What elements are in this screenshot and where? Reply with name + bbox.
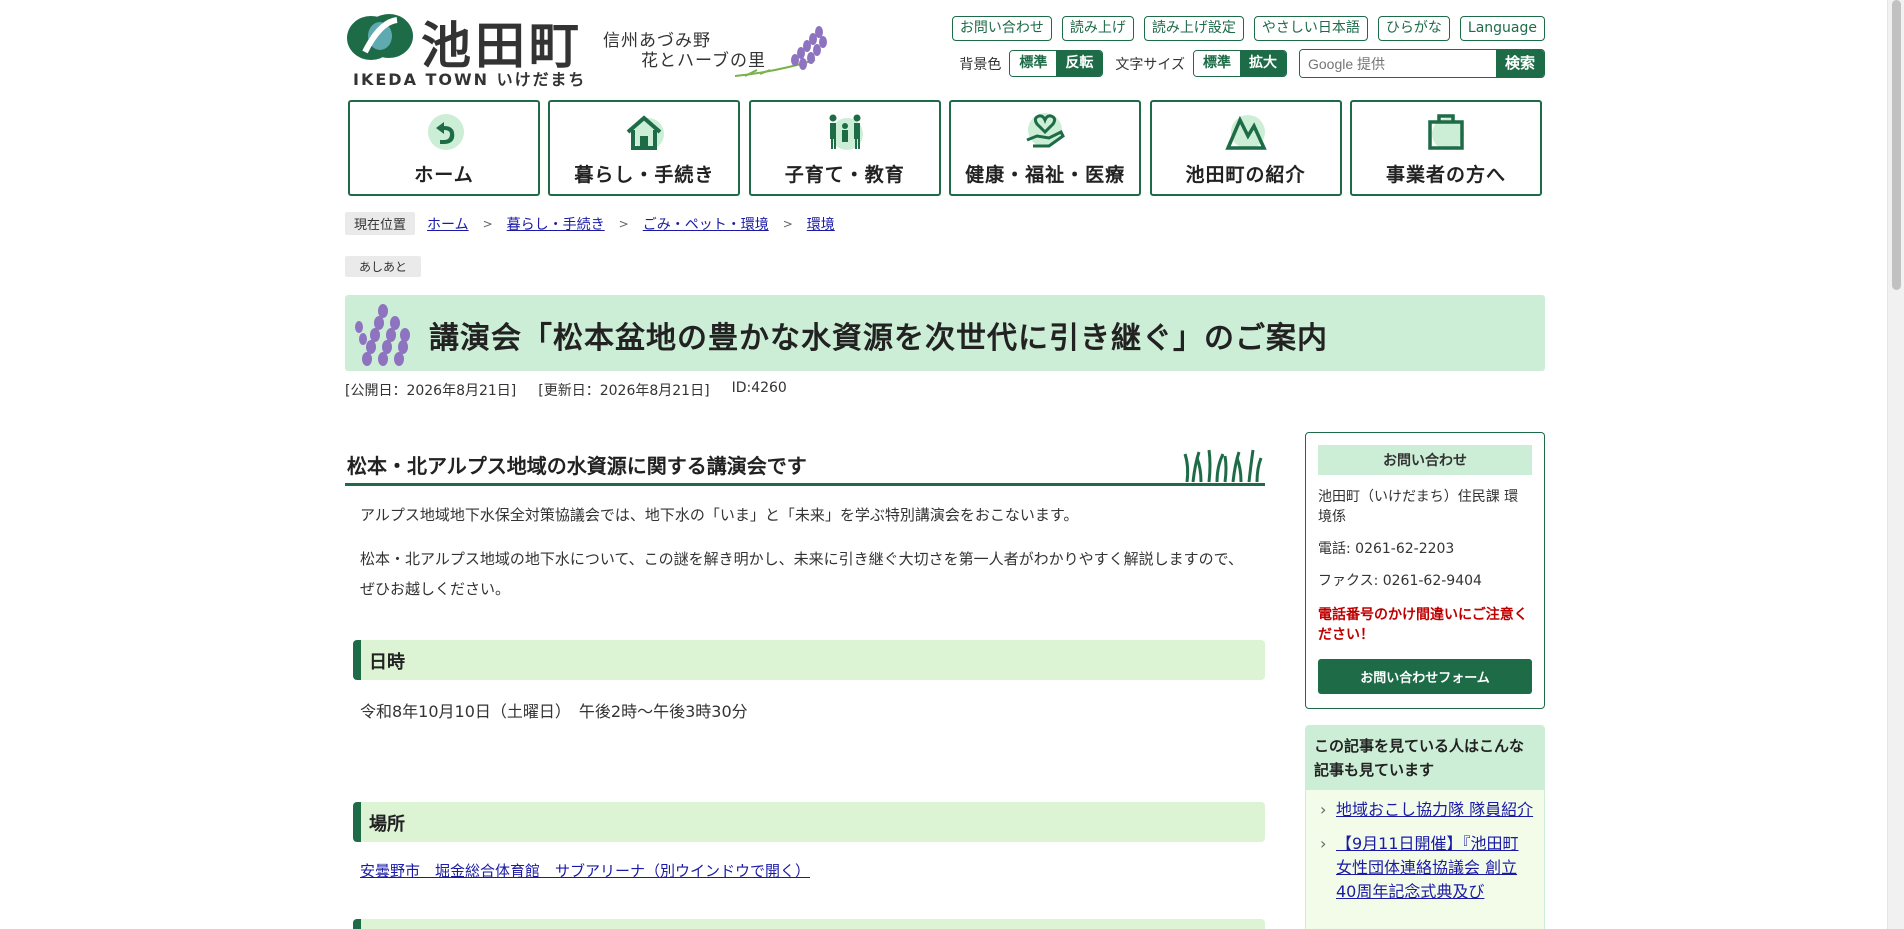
contact-form-button[interactable]: お問い合わせフォーム xyxy=(1318,659,1532,694)
published-date: [公開日：2026年8月21日] xyxy=(345,383,517,399)
nav-label: ホーム xyxy=(414,164,474,186)
breadcrumb-link[interactable]: ホーム xyxy=(427,214,469,234)
contact-phone: 電話: 0261-62-2203 xyxy=(1318,541,1455,557)
mountain-icon xyxy=(1224,115,1267,150)
read-aloud-link[interactable]: 読み上げ xyxy=(1061,16,1134,41)
search-button[interactable]: 検索 xyxy=(1496,50,1544,77)
nav-living[interactable]: 暮らし・手続き xyxy=(548,100,741,196)
contact-org: 池田町（いけだまち）住民課 環境係 xyxy=(1318,489,1519,525)
bg-standard-button[interactable]: 標準 xyxy=(1010,51,1057,76)
hiragana-link[interactable]: ひらがな xyxy=(1377,16,1450,41)
font-standard-button[interactable]: 標準 xyxy=(1194,51,1240,76)
breadcrumb-link[interactable]: ごみ・ペット・環境 xyxy=(643,214,769,234)
breadcrumb-tag: 現在位置 xyxy=(345,212,416,235)
nav-label: 事業者の方へ xyxy=(1385,164,1506,186)
nav-label: 健康・福祉・医療 xyxy=(965,164,1126,186)
font-size-label: 文字サイズ xyxy=(1115,56,1185,73)
heart-hand-icon xyxy=(1026,113,1066,148)
article-heading-box: 松本・北アルプス地域の水資源に関する講演会です xyxy=(345,430,1265,486)
ashiato-toggle[interactable]: あしあと xyxy=(345,256,422,277)
town-emblem-icon xyxy=(347,14,413,60)
scrollbar-thumb[interactable] xyxy=(1892,0,1901,290)
return-arrow-icon xyxy=(428,114,464,150)
font-size-toggle: 標準 拡大 xyxy=(1193,50,1287,77)
section-heading-text: 日時 xyxy=(369,652,405,673)
section-heading-next xyxy=(353,919,1265,929)
nav-business[interactable]: 事業者の方へ xyxy=(1349,100,1542,196)
house-icon xyxy=(627,115,665,150)
display-settings: 背景色 標準 反転 文字サイズ 標準 拡大 検索 xyxy=(959,49,1545,78)
related-heading: この記事を見ている人はこんな記事も見ています xyxy=(1306,726,1544,790)
section-heading-text: 場所 xyxy=(369,814,405,835)
chevron-right-icon: > xyxy=(782,216,793,231)
search-input[interactable] xyxy=(1300,50,1496,77)
contact-warning: 電話番号のかけ間違いにご注意ください！ xyxy=(1318,607,1528,643)
logo-english-name: IKEDA TOWN いけだまち xyxy=(353,70,587,89)
description-paragraph: 松本・北アルプス地域の地下水について、この謎を解き明かし、未来に引き継ぐ大切さを… xyxy=(360,550,1244,598)
nav-home[interactable]: ホーム xyxy=(348,100,540,196)
site-search: 検索 xyxy=(1299,49,1545,78)
easy-japanese-link[interactable]: やさしい日本語 xyxy=(1253,16,1368,41)
article-body: 松本・北アルプス地域の水資源に関する講演会です アルプス地域地下水保全対策協議会… xyxy=(345,430,1265,929)
page-title: 講演会「松本盆地の豊かな水資源を次世代に引き継ぐ」のご案内 xyxy=(429,321,1328,356)
nav-label: 子育て・教育 xyxy=(784,164,905,186)
article-heading: 松本・北アルプス地域の水資源に関する講演会です xyxy=(347,454,807,478)
read-aloud-settings-link[interactable]: 読み上げ設定 xyxy=(1143,16,1244,41)
breadcrumb: 現在位置 ホーム > 暮らし・手続き > ごみ・ペット・環境 > 環境 xyxy=(345,212,835,235)
list-item: 地域おこし協力隊 隊員紹介 xyxy=(1316,798,1534,822)
nav-childcare[interactable]: 子育て・教育 xyxy=(748,100,941,196)
global-nav: ホーム 暮らし・手続き 子育て・教育 健康・福祉・医療 池田町の紹介 事業者の方… xyxy=(348,100,1542,196)
page-id: ID:4260 xyxy=(731,380,787,396)
bg-color-toggle: 標準 反転 xyxy=(1009,50,1104,77)
intro-paragraph: アルプス地域地下水保全対策協議会では、地下水の「いま」と「未来」を学ぶ特別講演会… xyxy=(360,506,1079,524)
grass-icon xyxy=(1183,449,1263,483)
nav-health[interactable]: 健康・福祉・医療 xyxy=(949,100,1142,196)
event-datetime: 令和8年10月10日（土曜日） 午後2時～午後3時30分 xyxy=(360,702,748,721)
chevron-right-icon: > xyxy=(482,216,493,231)
family-icon xyxy=(829,114,863,150)
bg-color-label: 背景色 xyxy=(959,56,1002,73)
venue-link[interactable]: 安曇野市 堀金総合体育館 サブアリーナ（別ウインドウで開く） xyxy=(360,862,810,880)
page-scrollbar[interactable] xyxy=(1887,0,1904,929)
page-meta: [公開日：2026年8月21日] [更新日：2026年8月21日] ID:426… xyxy=(345,380,787,400)
nav-label: 池田町の紹介 xyxy=(1185,164,1306,186)
related-link[interactable]: 地域おこし協力隊 隊員紹介 xyxy=(1336,800,1533,819)
breadcrumb-link[interactable]: 暮らし・手続き xyxy=(507,214,605,234)
page-title-box: 講演会「松本盆地の豊かな水資源を次世代に引き継ぐ」のご案内 xyxy=(345,295,1545,371)
chevron-right-icon: > xyxy=(618,216,629,231)
event-place: 安曇野市 堀金総合体育館 サブアリーナ（別ウインドウで開く） xyxy=(345,860,1265,881)
site-logo[interactable]: 池田町 IKEDA TOWN いけだまち 信州あづみ野 花とハーブの里 xyxy=(345,12,835,90)
sidebar: お問い合わせ 池田町（いけだまち）住民課 環境係 電話: 0261-62-220… xyxy=(1305,432,1545,929)
contact-box: お問い合わせ 池田町（いけだまち）住民課 環境係 電話: 0261-62-220… xyxy=(1305,432,1545,709)
contact-link[interactable]: お問い合わせ xyxy=(951,16,1052,41)
briefcase-icon xyxy=(1428,114,1464,150)
breadcrumb-link[interactable]: 環境 xyxy=(807,214,835,234)
related-articles: この記事を見ている人はこんな記事も見ています 地域おこし協力隊 隊員紹介 【9月… xyxy=(1305,725,1545,929)
related-link[interactable]: 【9月11日開催】『池田町女性団体連絡協議会 創立40周年記念式典及び xyxy=(1336,834,1519,901)
bg-invert-button[interactable]: 反転 xyxy=(1056,51,1103,76)
section-heading-datetime: 日時 xyxy=(353,640,1265,680)
lavender-icon xyxy=(355,304,410,366)
contact-fax: ファクス: 0261-62-9404 xyxy=(1318,573,1482,589)
contact-heading: お問い合わせ xyxy=(1318,445,1532,475)
updated-date: [更新日：2026年8月21日] xyxy=(538,383,710,399)
font-large-button[interactable]: 拡大 xyxy=(1240,51,1286,76)
lavender-icon xyxy=(734,26,827,77)
section-heading-place: 場所 xyxy=(353,802,1265,842)
language-link[interactable]: Language xyxy=(1459,16,1545,41)
nav-label: 暮らし・手続き xyxy=(574,164,715,186)
utility-links: お問い合わせ 読み上げ 読み上げ設定 やさしい日本語 ひらがな Language xyxy=(951,16,1545,41)
nav-about[interactable]: 池田町の紹介 xyxy=(1149,100,1342,196)
related-list: 地域おこし協力隊 隊員紹介 【9月11日開催】『池田町女性団体連絡協議会 創立4… xyxy=(1306,790,1544,904)
list-item: 【9月11日開催】『池田町女性団体連絡協議会 創立40周年記念式典及び xyxy=(1316,832,1534,904)
